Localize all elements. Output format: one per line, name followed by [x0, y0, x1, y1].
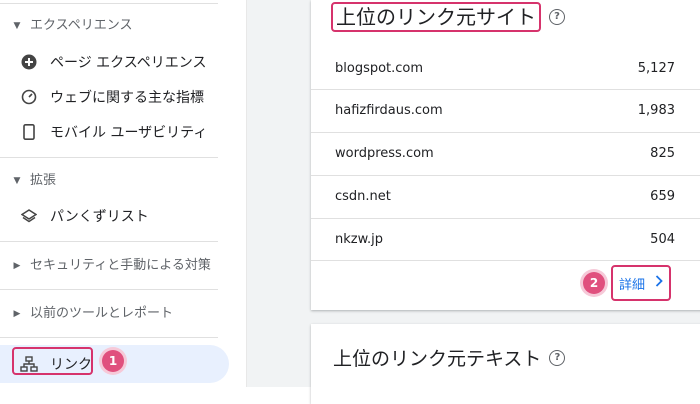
- caret-down-icon: ▼: [13, 176, 21, 186]
- sidebar-item-page-experience[interactable]: ページ エクスペリエンス: [0, 47, 230, 77]
- sidebar-item-core-web-vitals[interactable]: ウェブに関する主な指標: [0, 82, 230, 112]
- link-count: 5,127: [637, 60, 675, 76]
- site-name: hafizfirdaus.com: [335, 103, 443, 118]
- step-badge-2: 2: [583, 272, 605, 294]
- site-name: blogspot.com: [335, 60, 424, 76]
- table-row[interactable]: blogspot.com 5,127: [311, 47, 700, 89]
- top-linking-text-card: 上位のリンク元テキスト ?: [311, 324, 700, 404]
- divider: [0, 157, 218, 158]
- step-badge-1: 1: [102, 350, 124, 372]
- site-name: nkzw.jp: [335, 232, 384, 247]
- site-name: wordpress.com: [335, 146, 434, 161]
- section-security-header[interactable]: ▶ セキュリティと手動による対策: [12, 256, 211, 276]
- caret-down-icon: ▼: [13, 21, 21, 31]
- section-experience-header[interactable]: ▼ エクスペリエンス: [12, 16, 133, 36]
- sidebar-item-mobile-usability[interactable]: モバイル ユーザビリティ: [0, 117, 230, 147]
- details-label: 詳細: [618, 277, 645, 293]
- table-row[interactable]: hafizfirdaus.com 1,983: [311, 89, 700, 131]
- site-name: csdn.net: [335, 189, 391, 204]
- table-row[interactable]: nkzw.jp 504: [311, 218, 700, 260]
- sidebar-item-breadcrumbs[interactable]: パンくずリスト: [0, 201, 230, 231]
- highlight-box: [12, 347, 93, 375]
- link-count: 825: [650, 146, 675, 161]
- smartphone-icon: [18, 121, 40, 143]
- divider: [311, 260, 700, 261]
- card-title-text: 上位のリンク元テキスト: [333, 348, 542, 370]
- layers-icon: [18, 205, 40, 227]
- plus-circle-icon: [18, 51, 40, 73]
- table-row[interactable]: csdn.net 659: [311, 175, 700, 217]
- divider: [0, 3, 218, 4]
- link-count: 659: [650, 189, 675, 204]
- sidebar: ▼ エクスペリエンス ページ エクスペリエンス ウェブに関する主な指標 モバイル…: [0, 0, 247, 387]
- card-title: 上位のリンク元テキスト ?: [333, 344, 566, 371]
- card-title-text: 上位のリンク元サイト: [331, 2, 541, 32]
- link-count: 1,983: [637, 103, 675, 118]
- caret-right-icon: ▶: [13, 309, 21, 319]
- gauge-icon: [18, 86, 40, 108]
- details-button[interactable]: 詳細: [611, 265, 671, 301]
- section-legacy-header[interactable]: ▶ 以前のツールとレポート: [12, 304, 173, 324]
- divider: [0, 241, 218, 242]
- help-icon[interactable]: ?: [549, 9, 565, 25]
- help-icon[interactable]: ?: [549, 349, 566, 366]
- chevron-right-icon: [655, 275, 663, 291]
- table-row[interactable]: wordpress.com 825: [311, 132, 700, 174]
- link-count: 504: [650, 232, 675, 247]
- card-title: 上位のリンク元サイト ?: [331, 2, 565, 32]
- top-linking-sites-card: 上位のリンク元サイト ? blogspot.com 5,127 hafizfir…: [311, 0, 700, 310]
- divider: [0, 337, 218, 338]
- section-enhancements-header[interactable]: ▼ 拡張: [12, 171, 56, 191]
- main-content: 上位のリンク元サイト ? blogspot.com 5,127 hafizfir…: [247, 0, 700, 404]
- divider: [0, 289, 218, 290]
- caret-right-icon: ▶: [13, 261, 21, 271]
